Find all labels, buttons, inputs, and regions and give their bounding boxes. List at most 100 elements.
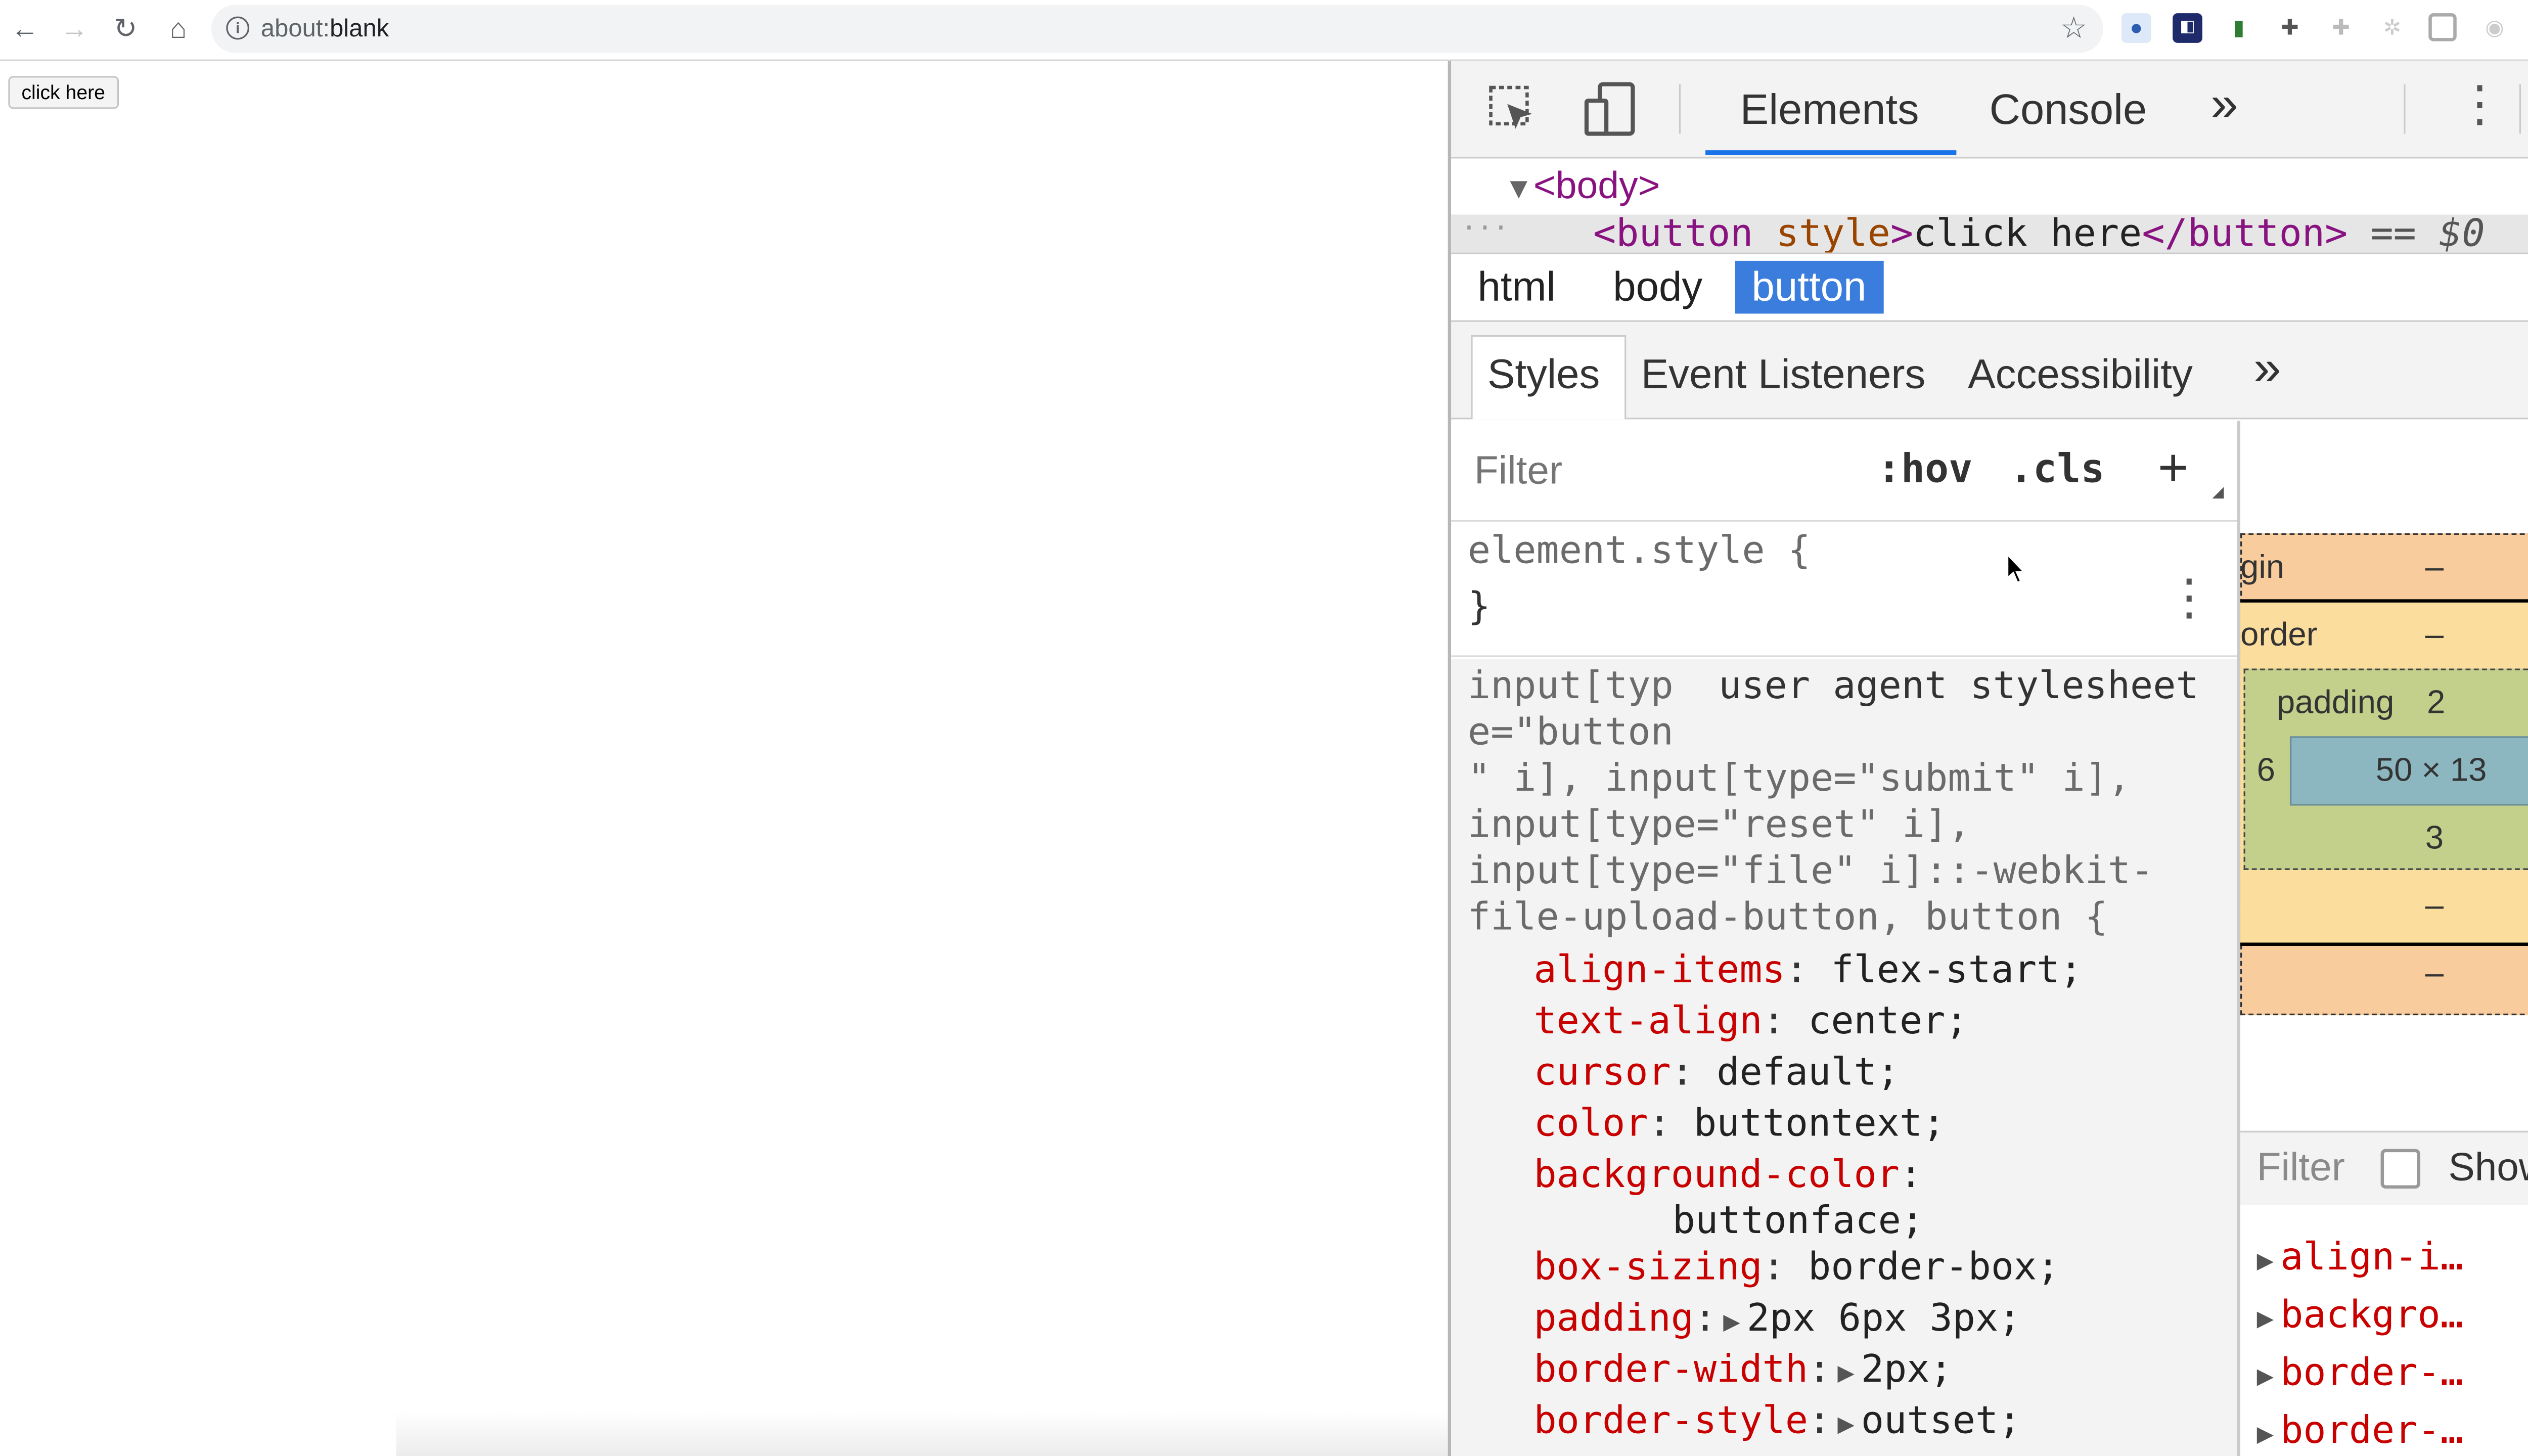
computed-property[interactable]: ▶ align-i…: [2257, 1237, 2463, 1280]
toolbar-divider: [2404, 84, 2406, 134]
rule-selector-line[interactable]: e="button: [1468, 711, 1674, 754]
padding-label: padding: [2276, 685, 2395, 721]
dom-node-button[interactable]: ... <button style>click here</button> ==…: [1451, 214, 2528, 254]
declaration[interactable]: align-items: flex-start;: [1533, 949, 2082, 992]
ellipsis-icon[interactable]: ...: [1461, 214, 1509, 236]
show-all-checkbox[interactable]: [2380, 1149, 2420, 1189]
extension-puzzle-gray-icon[interactable]: ✚: [2326, 13, 2356, 43]
tab-event-listeners[interactable]: Event Listeners: [1641, 352, 1926, 400]
declaration[interactable]: border-width: ▶ 2px;: [1533, 1349, 1952, 1392]
extension-gear-icon[interactable]: ✲: [2377, 13, 2407, 43]
element-style-selector[interactable]: element.style {: [1468, 530, 1811, 573]
bookmark-star-icon[interactable]: ☆: [2060, 12, 2087, 47]
class-toggle[interactable]: .cls: [2009, 446, 2105, 492]
extension-circle-icon[interactable]: ◉: [2479, 13, 2509, 43]
info-icon[interactable]: i: [226, 16, 250, 40]
rule-selector-line[interactable]: file-upload-button, button {: [1468, 896, 2108, 939]
styles-subtabs: Styles Event Listeners Accessibility »: [1451, 322, 2528, 420]
toolbar-divider: [2519, 84, 2521, 134]
computed-property[interactable]: ▶ border-…: [2257, 1410, 2463, 1453]
body-tag: <body>: [1533, 163, 1660, 207]
breadcrumb-body[interactable]: body: [1597, 261, 1719, 313]
tab-console[interactable]: Console: [1990, 84, 2147, 135]
mouse-cursor-icon: [2006, 553, 2026, 586]
styles-filter-input[interactable]: [1471, 447, 1808, 497]
forward-arrow-icon[interactable]: →: [56, 12, 93, 48]
element-style-rule: element.style { } ⋮: [1451, 523, 2237, 657]
margin-bottom-value[interactable]: –: [2425, 956, 2444, 994]
tab-accessibility[interactable]: Accessibility: [1968, 352, 2193, 400]
content-size[interactable]: 50 × 13: [2376, 753, 2487, 791]
show-all-label: Show a: [2448, 1146, 2528, 1191]
rule-selector-line[interactable]: input[type="file" i]::-webkit-: [1468, 850, 2153, 893]
rule-selector-line[interactable]: input[type="reset" i],: [1468, 804, 1971, 847]
extension-square-icon[interactable]: [2428, 13, 2457, 41]
declaration[interactable]: background-color:: [1533, 1154, 1922, 1197]
declaration-continuation[interactable]: buttonface;: [1673, 1200, 1924, 1243]
kebab-menu-icon[interactable]: ⋮: [2455, 80, 2505, 137]
breadcrumb-button[interactable]: button: [1735, 260, 1883, 314]
tab-elements[interactable]: Elements: [1740, 84, 1919, 135]
computed-property[interactable]: ▶ backgro…: [2257, 1294, 2463, 1337]
reload-icon[interactable]: ↻: [107, 12, 144, 48]
declaration[interactable]: box-sizing: border-box;: [1533, 1246, 2059, 1289]
active-tab-indicator: [1705, 150, 1957, 155]
padding-top-value[interactable]: 2: [2427, 685, 2445, 723]
browser-toolbar: ← → ↻ ⌂ i about:blank ☆ ● ◧ ▮ ✚ ✚ ✲ ◉ ☁: [0, 0, 2528, 61]
dom-node-body[interactable]: ▼<body>: [1504, 163, 1660, 208]
rule-selector-line[interactable]: input[typ: [1468, 665, 1674, 708]
computed-property[interactable]: ▶ border-…: [2257, 1352, 2463, 1395]
device-toolbar-icon[interactable]: [1583, 81, 1639, 137]
more-tabs-chevron-icon[interactable]: »: [2210, 77, 2238, 133]
url-path: blank: [330, 15, 389, 43]
expand-triangle-icon[interactable]: ▼: [1504, 172, 1533, 205]
back-arrow-icon[interactable]: ←: [7, 12, 43, 48]
padding-left-value[interactable]: 6: [2257, 753, 2275, 791]
styles-filter-bar: :hov .cls +: [1451, 421, 2237, 522]
address-bar[interactable]: i about:blank ☆: [211, 5, 2103, 53]
margin-top-value[interactable]: –: [2425, 550, 2444, 587]
inspect-element-icon[interactable]: [1487, 84, 1537, 134]
add-rule-corner-icon: [2212, 487, 2224, 499]
devtools-panel: Elements Console » ⋮ ✕ ▼<body> ... <butt…: [1448, 61, 2528, 1456]
rule-selector-line[interactable]: " i], input[type="submit" i],: [1468, 758, 2131, 801]
toolbar-divider: [1679, 84, 1681, 134]
address-url: about:blank: [261, 15, 389, 43]
extension-book-icon[interactable]: ◧: [2173, 13, 2202, 43]
rule-source[interactable]: user agent stylesheet: [1719, 665, 2199, 708]
border-label: order: [2240, 617, 2318, 654]
url-scheme: about:: [260, 15, 330, 43]
button-text-node: click here: [1913, 214, 2142, 254]
declaration[interactable]: cursor: default;: [1533, 1052, 1900, 1095]
devtools-toolbar: Elements Console » ⋮ ✕: [1451, 61, 2528, 159]
extension-person-icon[interactable]: ●: [2121, 13, 2151, 43]
extension-chart-icon[interactable]: ▮: [2224, 13, 2253, 43]
declaration[interactable]: padding: ▶ 2px 6px 3px;: [1533, 1298, 2021, 1341]
margin-label: gin: [2240, 550, 2285, 586]
border-top-value[interactable]: –: [2425, 617, 2444, 655]
button-open-tag: <button: [1593, 214, 1753, 254]
click-here-button[interactable]: click here: [8, 76, 119, 109]
more-subtabs-chevron-icon[interactable]: »: [2253, 342, 2281, 398]
border-bottom-value[interactable]: –: [2425, 888, 2444, 926]
computed-filter-input[interactable]: Filter: [2257, 1146, 2345, 1192]
tab-styles[interactable]: Styles: [1487, 352, 1600, 400]
padding-bottom-value[interactable]: 3: [2425, 821, 2444, 858]
rule-menu-icon[interactable]: ⋮: [2164, 570, 2214, 627]
extension-puzzle-icon[interactable]: ✚: [2275, 13, 2305, 43]
expand-triangle-icon: ▶: [1837, 1408, 1855, 1441]
button-open-tag-end: >: [1890, 214, 1914, 254]
hover-state-toggle[interactable]: :hov: [1877, 446, 1973, 492]
page-shadow: [396, 1411, 1448, 1456]
home-icon[interactable]: ⌂: [160, 12, 197, 48]
breadcrumb-html[interactable]: html: [1461, 261, 1572, 313]
box-model-pane: gin – order – padding 2 6 50 × 13 3 – – …: [2240, 421, 2528, 1456]
breadcrumb: html body button: [1451, 252, 2528, 322]
declaration[interactable]: text-align: center;: [1533, 1000, 1968, 1043]
add-rule-button[interactable]: +: [2158, 437, 2189, 498]
styles-pane: :hov .cls + element.style { } ⋮ user age…: [1451, 421, 2241, 1456]
declaration[interactable]: color: buttontext;: [1533, 1103, 1945, 1146]
declaration[interactable]: border-style: ▶ outset;: [1533, 1400, 2021, 1443]
button-attribute: style: [1753, 214, 1890, 254]
element-style-close: }: [1467, 586, 1491, 629]
